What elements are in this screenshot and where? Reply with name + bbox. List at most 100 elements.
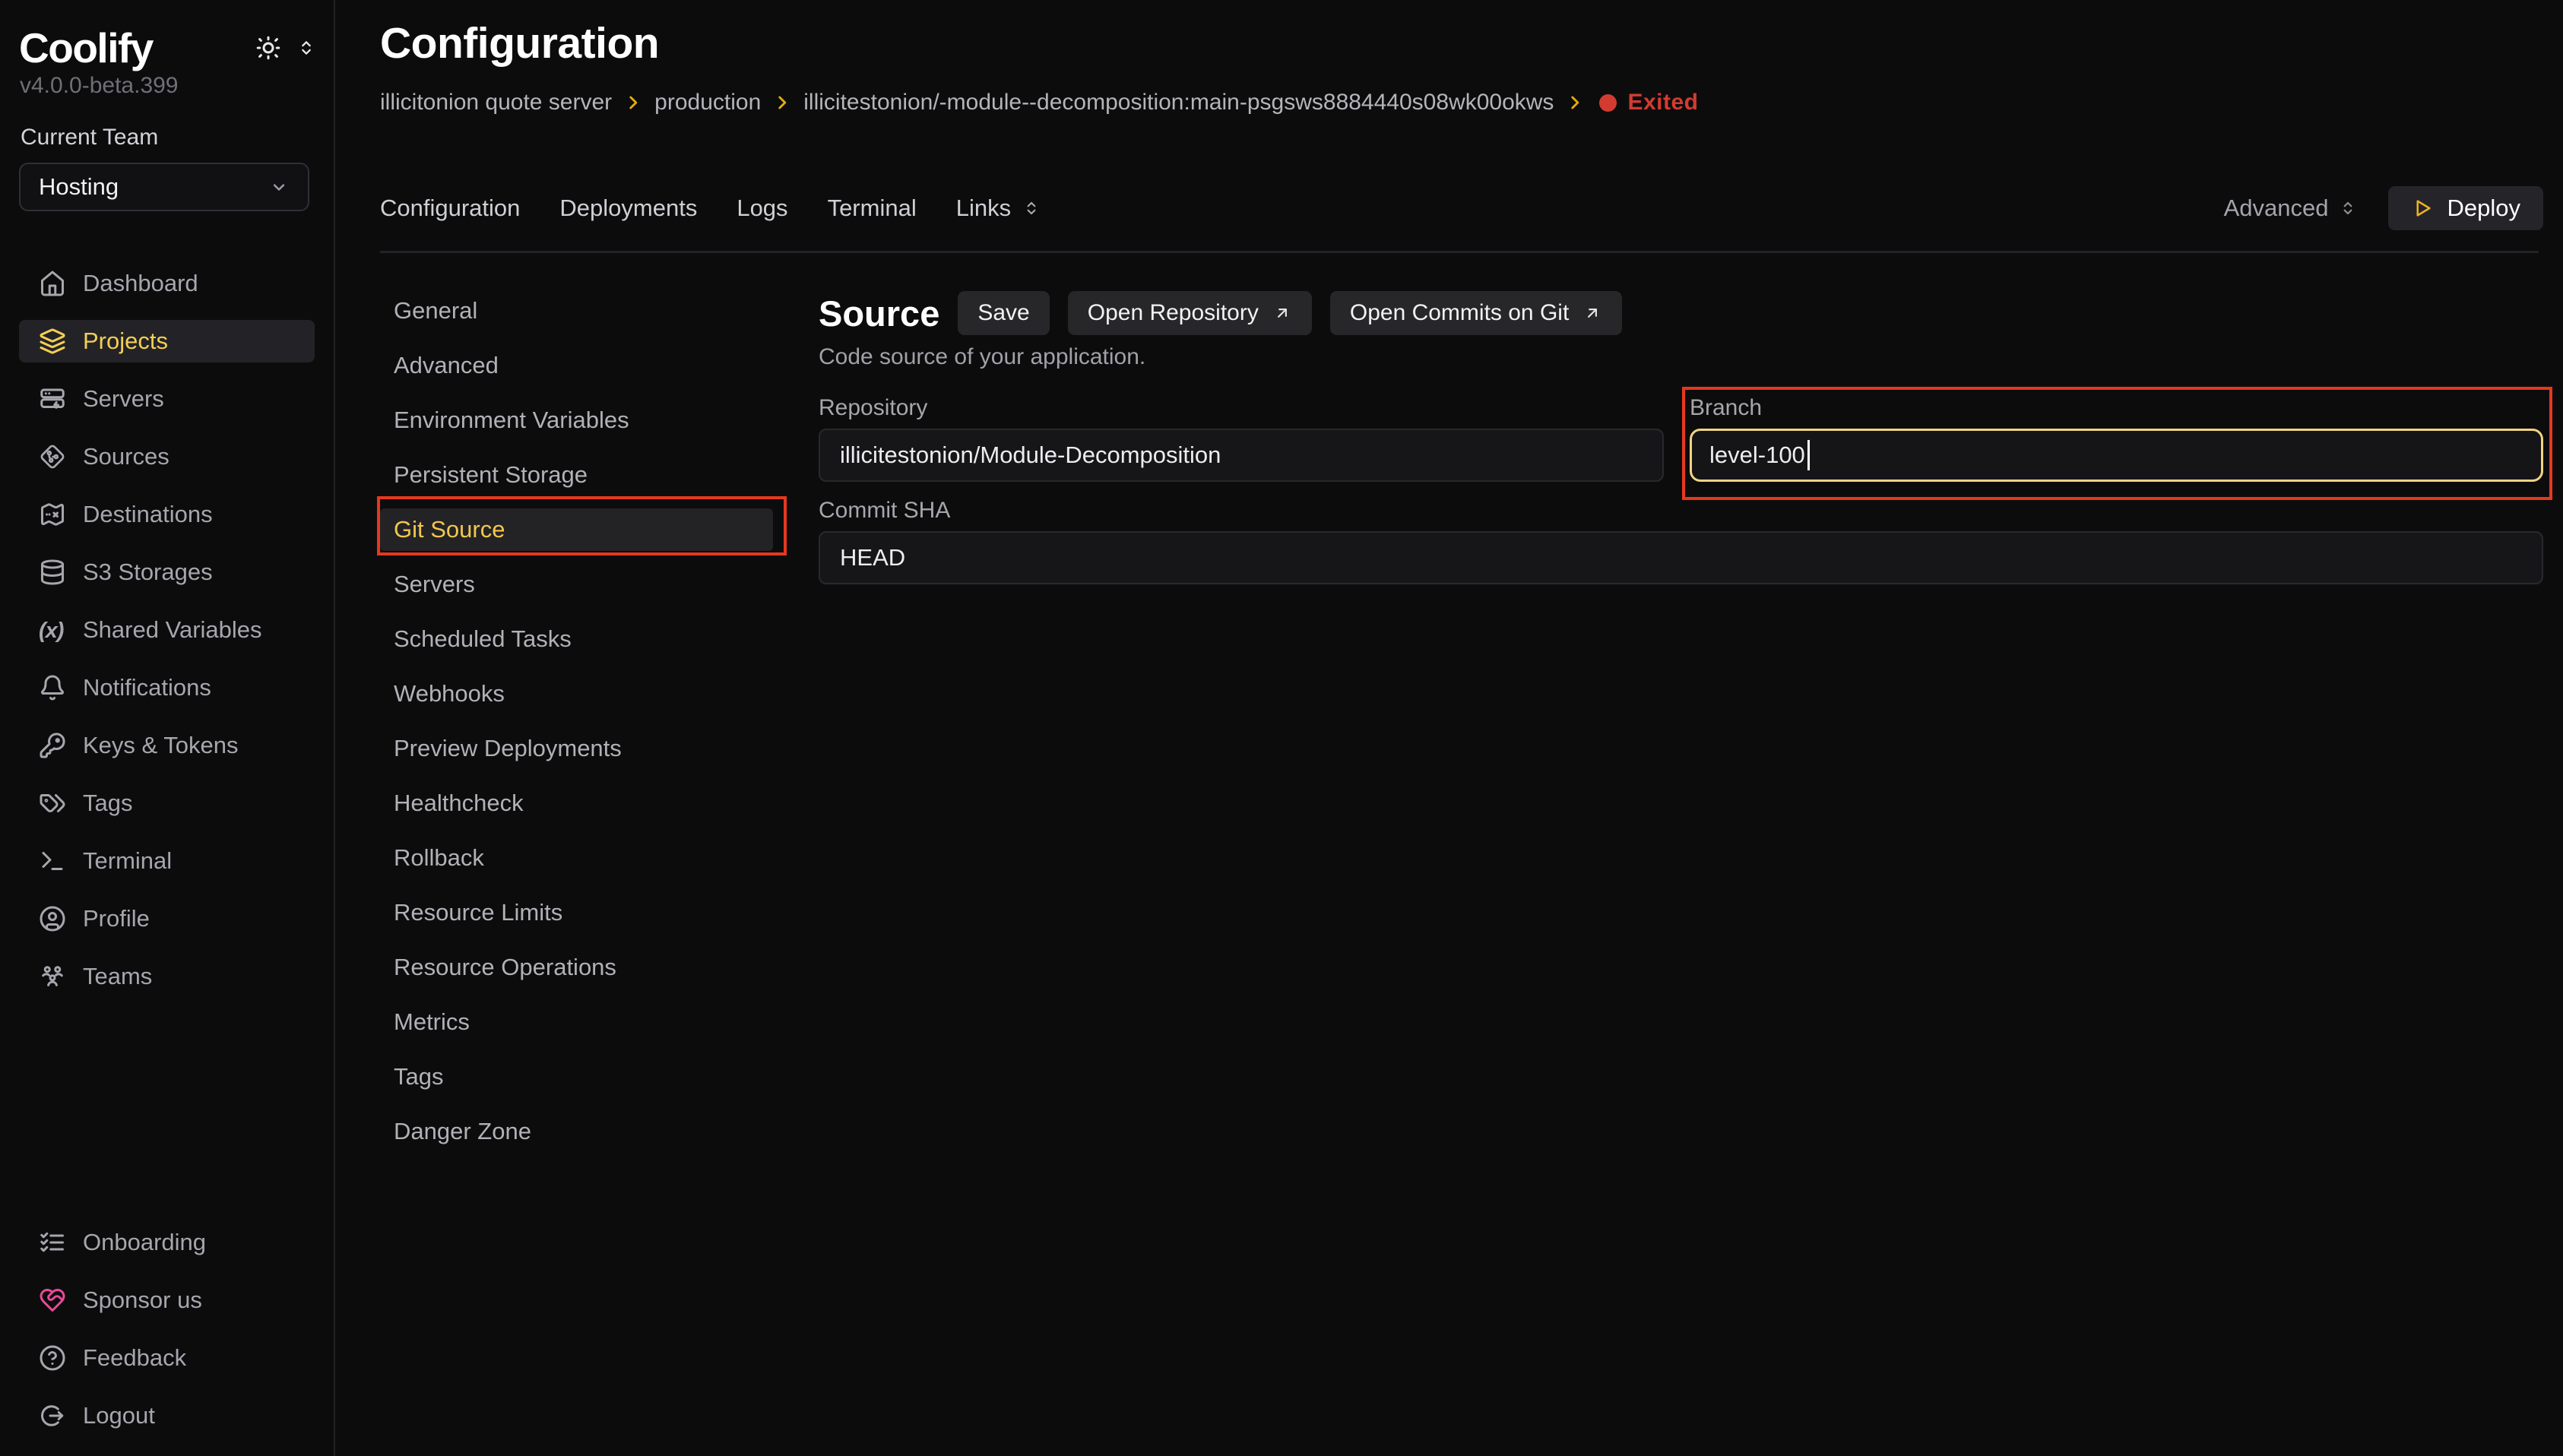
subnav-item-tags[interactable]: Tags <box>380 1056 773 1098</box>
sidebar-item-projects[interactable]: Projects <box>19 320 315 362</box>
subnav-item-servers[interactable]: Servers <box>380 563 773 606</box>
sidebar-item-sponsor-us[interactable]: Sponsor us <box>19 1279 315 1321</box>
sidebar-item-profile[interactable]: Profile <box>19 897 315 940</box>
logout-icon <box>39 1402 66 1429</box>
repository-input[interactable]: illicitestonion/Module-Decomposition <box>819 429 1664 482</box>
subnav-item-preview-deployments[interactable]: Preview Deployments <box>380 727 773 770</box>
tab-logs[interactable]: Logs <box>737 195 787 222</box>
tabs-row: Configuration Deployments Logs Terminal … <box>380 186 2543 230</box>
tab-configuration[interactable]: Configuration <box>380 195 520 222</box>
subnav-item-environment-variables[interactable]: Environment Variables <box>380 399 773 442</box>
git-source-icon <box>39 443 66 470</box>
sidebar-item-label: Logout <box>83 1402 155 1429</box>
sidebar-item-notifications[interactable]: Notifications <box>19 666 315 709</box>
subnav-item-resource-operations[interactable]: Resource Operations <box>380 946 773 989</box>
sidebar-item-shared-variables[interactable]: Shared Variables <box>19 609 315 651</box>
sidebar-item-sources[interactable]: Sources <box>19 435 315 478</box>
database-icon <box>39 559 66 586</box>
heart-handshake-icon <box>39 1287 66 1314</box>
theme-controls <box>255 34 317 62</box>
subnav-item-scheduled-tasks[interactable]: Scheduled Tasks <box>380 618 773 660</box>
save-button[interactable]: Save <box>958 291 1049 335</box>
chevron-right-icon <box>623 93 643 112</box>
tabs: Configuration Deployments Logs Terminal … <box>380 195 1041 222</box>
git-source-form: Source Save Open Repository Open Commits… <box>819 291 2543 584</box>
users-icon <box>39 963 66 990</box>
fields-row: Repository illicitestonion/Module-Decomp… <box>819 394 2543 482</box>
subnav-item-label: Git Source <box>394 516 505 543</box>
open-commits-button[interactable]: Open Commits on Git <box>1330 291 1622 335</box>
commit-sha-field: Commit SHA HEAD <box>819 497 2543 584</box>
theme-selector-button[interactable] <box>296 37 317 59</box>
tab-terminal[interactable]: Terminal <box>828 195 917 222</box>
app-logo: Coolify <box>19 24 153 72</box>
subnav-item-git-source[interactable]: Git Source <box>380 508 773 551</box>
subnav-item-general[interactable]: General <box>380 290 773 332</box>
tab-links[interactable]: Links <box>956 195 1041 222</box>
sidebar-item-label: Onboarding <box>83 1229 206 1256</box>
sidebar-item-servers[interactable]: Servers <box>19 378 315 420</box>
sidebar-item-tags[interactable]: Tags <box>19 782 315 825</box>
branch-field: Branch level-100 <box>1690 394 2543 482</box>
sidebar-item-terminal[interactable]: Terminal <box>19 840 315 882</box>
breadcrumb-environment[interactable]: production <box>654 90 761 116</box>
sidebar-footer-nav: Onboarding Sponsor us Feedback Logout <box>19 1221 315 1437</box>
open-repository-label: Open Repository <box>1088 300 1259 326</box>
sidebar-item-s3-storages[interactable]: S3 Storages <box>19 551 315 593</box>
subnav-item-metrics[interactable]: Metrics <box>380 1001 773 1043</box>
subnav-item-rollback[interactable]: Rollback <box>380 837 773 879</box>
sidebar-item-onboarding[interactable]: Onboarding <box>19 1221 315 1264</box>
breadcrumb-project[interactable]: illicitonion quote server <box>380 90 612 116</box>
source-header: Source Save Open Repository Open Commits… <box>819 291 2543 335</box>
sidebar-item-label: Servers <box>83 385 164 413</box>
server-icon <box>39 385 66 413</box>
arrow-up-right-icon <box>1582 303 1602 323</box>
subnav-item-danger-zone[interactable]: Danger Zone <box>380 1110 773 1153</box>
subnav-item-resource-limits[interactable]: Resource Limits <box>380 891 773 934</box>
sidebar-item-label: Shared Variables <box>83 616 262 644</box>
team-select[interactable]: Hosting <box>19 163 309 211</box>
chevron-right-icon <box>772 93 792 112</box>
branch-label: Branch <box>1690 394 2543 422</box>
subnav-item-healthcheck[interactable]: Healthcheck <box>380 782 773 825</box>
help-circle-icon <box>39 1344 66 1372</box>
open-repository-button[interactable]: Open Repository <box>1068 291 1312 335</box>
commit-sha-input[interactable]: HEAD <box>819 531 2543 584</box>
sidebar-item-teams[interactable]: Teams <box>19 955 315 998</box>
terminal-icon <box>39 847 66 875</box>
chevron-down-icon <box>268 176 290 198</box>
commit-sha-value: HEAD <box>840 544 905 571</box>
repository-value: illicitestonion/Module-Decomposition <box>840 442 1221 469</box>
page-title: Configuration <box>380 18 659 68</box>
deploy-button[interactable]: Deploy <box>2388 186 2544 230</box>
commit-sha-label: Commit SHA <box>819 497 2543 524</box>
breadcrumb: illicitonion quote server production ill… <box>380 88 1698 117</box>
sidebar-item-label: Dashboard <box>83 270 198 297</box>
sidebar-item-label: Projects <box>83 328 168 355</box>
sidebar-item-destinations[interactable]: Destinations <box>19 493 315 536</box>
tab-deployments[interactable]: Deployments <box>559 195 697 222</box>
sidebar-item-feedback[interactable]: Feedback <box>19 1337 315 1379</box>
sidebar-item-label: Destinations <box>83 501 213 528</box>
source-subtitle: Code source of your application. <box>819 344 2543 370</box>
sidebar-item-dashboard[interactable]: Dashboard <box>19 262 315 305</box>
theme-toggle-button[interactable] <box>255 34 282 62</box>
branch-value: level-100 <box>1709 442 1805 469</box>
advanced-label: Advanced <box>2224 195 2329 222</box>
breadcrumb-application[interactable]: illicitestonion/-module--decomposition:m… <box>803 90 1554 116</box>
text-caret <box>1807 440 1810 470</box>
sidebar-item-logout[interactable]: Logout <box>19 1394 315 1437</box>
chevrons-up-down-icon <box>2338 198 2358 218</box>
subnav-item-advanced[interactable]: Advanced <box>380 344 773 387</box>
key-icon <box>39 732 66 759</box>
sidebar-item-label: Notifications <box>83 674 211 701</box>
sidebar-item-label: Feedback <box>83 1344 186 1372</box>
branch-input[interactable]: level-100 <box>1690 429 2543 482</box>
status-dot-icon <box>1599 94 1617 112</box>
deploy-label: Deploy <box>2447 195 2521 222</box>
sidebar-item-keys-tokens[interactable]: Keys & Tokens <box>19 724 315 767</box>
subnav-item-persistent-storage[interactable]: Persistent Storage <box>380 454 773 496</box>
advanced-menu-button[interactable]: Advanced <box>2224 195 2358 222</box>
sun-icon <box>255 34 282 62</box>
subnav-item-webhooks[interactable]: Webhooks <box>380 673 773 715</box>
